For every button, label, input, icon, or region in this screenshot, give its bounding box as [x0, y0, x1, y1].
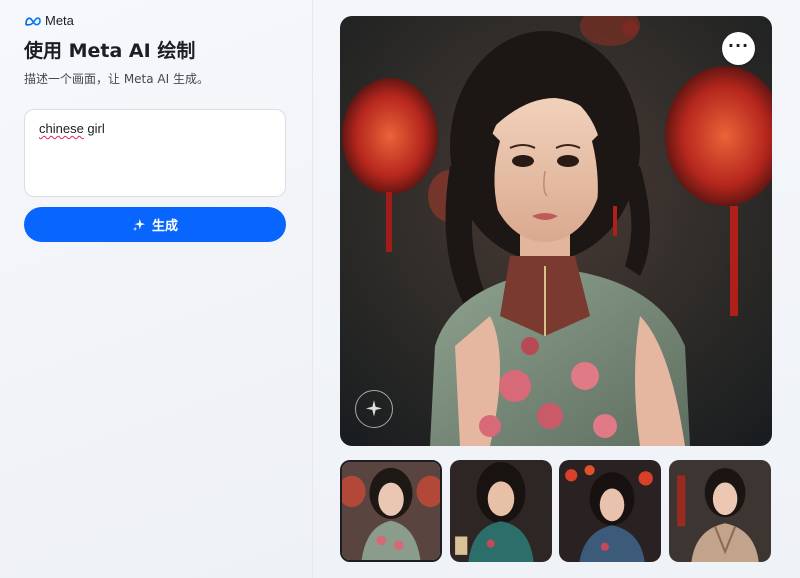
thumbnail-3-art: [559, 460, 661, 562]
generated-image-art: [340, 16, 772, 446]
thumbnail-4[interactable]: [669, 460, 771, 562]
page-title: 使用 Meta AI 绘制: [24, 40, 196, 62]
meta-logo-icon: [25, 16, 41, 26]
thumbnail-1-art: [342, 462, 440, 560]
prompt-input[interactable]: chinese girl: [24, 109, 286, 197]
prompt-text[interactable]: chinese girl: [39, 121, 271, 136]
brand-name: Meta: [45, 13, 74, 28]
prompt-word-misspelled: chinese: [39, 121, 84, 136]
thumbnail-1[interactable]: [340, 460, 442, 562]
generate-button[interactable]: 生成: [24, 207, 286, 242]
more-options-button[interactable]: ···: [722, 32, 755, 65]
thumbnail-strip: [340, 460, 772, 564]
generated-image[interactable]: [340, 16, 772, 446]
generate-button-label: 生成: [151, 219, 178, 234]
ai-watermark-icon: [355, 390, 393, 428]
meta-brand[interactable]: Meta: [24, 13, 74, 28]
page-subtitle: 描述一个画面，让 Meta AI 生成。: [24, 72, 209, 86]
thumbnail-3[interactable]: [559, 460, 661, 562]
sparkle-icon: [132, 218, 146, 231]
thumbnail-2[interactable]: [450, 460, 552, 562]
prompt-word-rest: girl: [83, 121, 105, 136]
left-panel: Meta 使用 Meta AI 绘制 描述一个画面，让 Meta AI 生成。 …: [0, 0, 313, 578]
more-options-icon: ···: [727, 35, 750, 55]
thumbnail-4-art: [669, 460, 771, 562]
thumbnail-2-art: [450, 460, 552, 562]
